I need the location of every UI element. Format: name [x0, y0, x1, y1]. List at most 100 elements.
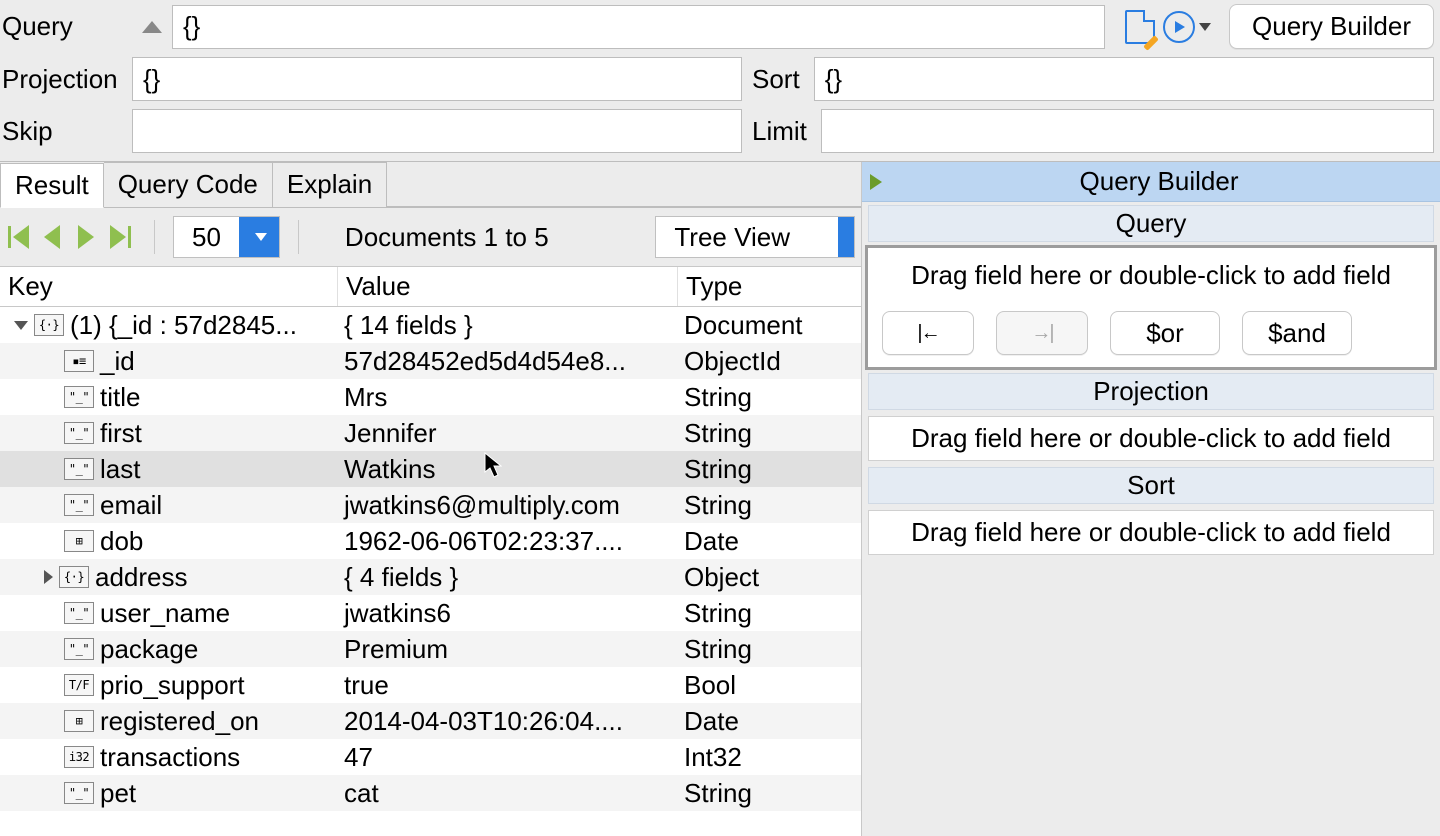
chevron-down-icon — [838, 217, 854, 257]
skip-input[interactable] — [132, 109, 742, 153]
limit-input[interactable] — [821, 109, 1434, 153]
qb-section-query: Query — [868, 205, 1434, 242]
type-badge-icon: "_" — [64, 422, 94, 444]
qb-projection-dropzone[interactable]: Drag field here or double-click to add f… — [868, 416, 1434, 461]
results-toolbar: 50 Documents 1 to 5 Tree View — [0, 208, 861, 267]
last-page-icon[interactable] — [104, 221, 136, 253]
tree-key-cell: ⊞registered_on — [0, 703, 338, 739]
tree-key-cell: "_"package — [0, 631, 338, 667]
tree-type: ObjectId — [678, 343, 861, 379]
tree-value: 1962-06-06T02:23:37.... — [338, 523, 678, 559]
tree-key: (1) {_id : 57d2845... — [70, 307, 297, 343]
document-range-label: Documents 1 to 5 — [345, 222, 549, 253]
tree-body: {·}(1) {_id : 57d2845...{ 14 fields }Doc… — [0, 307, 861, 836]
prev-page-icon[interactable] — [36, 221, 68, 253]
tree-row[interactable]: ⊞registered_on2014-04-03T10:26:04....Dat… — [0, 703, 861, 739]
type-badge-icon: "_" — [64, 494, 94, 516]
type-badge-icon: T/F — [64, 674, 94, 696]
tree-row[interactable]: T/Fprio_supporttrueBool — [0, 667, 861, 703]
tree-row[interactable]: "_"emailjwatkins6@multiply.comString — [0, 487, 861, 523]
tree-key: email — [100, 487, 162, 523]
result-tabs: Result Query Code Explain — [0, 162, 861, 208]
qb-indent-button: →| — [996, 311, 1088, 355]
chevron-down-icon[interactable] — [14, 321, 28, 330]
column-key[interactable]: Key — [0, 267, 338, 306]
query-input[interactable] — [172, 5, 1105, 49]
limit-label: Limit — [742, 116, 821, 147]
tree-key-cell: i32 transactions — [0, 739, 338, 775]
tree-value: Premium — [338, 631, 678, 667]
tree-key: dob — [100, 523, 143, 559]
first-page-icon[interactable] — [2, 221, 34, 253]
tree-type: String — [678, 775, 861, 811]
tree-type: String — [678, 415, 861, 451]
tree-value: { 4 fields } — [338, 559, 678, 595]
type-badge-icon: ⊞ — [64, 530, 94, 552]
type-badge-icon: ▪≡ — [64, 350, 94, 372]
tree-key-cell: {·}(1) {_id : 57d2845... — [0, 307, 338, 343]
projection-label: Projection — [0, 64, 132, 95]
run-query-button[interactable] — [1163, 11, 1211, 43]
view-mode-value: Tree View — [656, 217, 838, 257]
tree-value: Jennifer — [338, 415, 678, 451]
tree-key-cell: "_" email — [0, 487, 338, 523]
projection-input[interactable] — [132, 57, 742, 101]
toolbar-separator — [154, 220, 155, 254]
tree-row[interactable]: "_"firstJenniferString — [0, 415, 861, 451]
tree-value: jwatkins6@multiply.com — [338, 487, 678, 523]
qb-query-dropzone[interactable]: Drag field here or double-click to add f… — [882, 254, 1420, 297]
page-size-value: 50 — [174, 217, 239, 257]
tree-value: Mrs — [338, 379, 678, 415]
column-value[interactable]: Value — [338, 267, 678, 306]
type-badge-icon: "_" — [64, 386, 94, 408]
qb-and-button[interactable]: $and — [1242, 311, 1352, 355]
tree-row[interactable]: {·}address{ 4 fields }Object — [0, 559, 861, 595]
tree-type: String — [678, 595, 861, 631]
tree-row[interactable]: {·}(1) {_id : 57d2845...{ 14 fields }Doc… — [0, 307, 861, 343]
results-panel: Result Query Code Explain 50 Documents 1… — [0, 162, 862, 836]
qb-sort-dropzone[interactable]: Drag field here or double-click to add f… — [868, 510, 1434, 555]
tab-result[interactable]: Result — [0, 163, 104, 208]
tree-row[interactable]: "_"packagePremiumString — [0, 631, 861, 667]
tree-key: user_name — [100, 595, 230, 631]
tree-key-cell: "_"first — [0, 415, 338, 451]
column-type[interactable]: Type — [678, 267, 861, 306]
tree-value: true — [338, 667, 678, 703]
tab-query-code[interactable]: Query Code — [104, 162, 273, 207]
tree-key: pet — [100, 775, 136, 811]
qb-query-box: Drag field here or double-click to add f… — [865, 245, 1437, 370]
tree-row[interactable]: "_"user_namejwatkins6String — [0, 595, 861, 631]
tree-row[interactable]: ⊞dob1962-06-06T02:23:37....Date — [0, 523, 861, 559]
tree-row[interactable]: i32transactions47Int32 — [0, 739, 861, 775]
page-size-select[interactable]: 50 — [173, 216, 280, 258]
apply-arrow-icon[interactable] — [870, 174, 882, 190]
query-builder-button[interactable]: Query Builder — [1229, 4, 1434, 49]
type-badge-icon: i32 — [64, 746, 94, 768]
tree-type: Document — [678, 307, 861, 343]
tree-value: 57d28452ed5d4d54e8... — [338, 343, 678, 379]
tree-key: package — [100, 631, 198, 667]
type-badge-icon: "_" — [64, 782, 94, 804]
chevron-right-icon[interactable] — [44, 570, 53, 584]
edit-query-icon[interactable] — [1117, 7, 1163, 47]
query-label: Query — [0, 11, 132, 42]
tree-row[interactable]: "_"titleMrsString — [0, 379, 861, 415]
tree-key-cell: "_" pet — [0, 775, 338, 811]
tree-row[interactable]: ▪≡_id57d28452ed5d4d54e8...ObjectId — [0, 343, 861, 379]
tree-header: Key Value Type — [0, 267, 861, 307]
tree-row[interactable]: "_"petcatString — [0, 775, 861, 811]
view-mode-select[interactable]: Tree View — [655, 216, 855, 258]
tree-type: Bool — [678, 667, 861, 703]
tree-key-cell: "_"user_name — [0, 595, 338, 631]
type-badge-icon: {·} — [59, 566, 89, 588]
tree-row[interactable]: "_"lastWatkinsString — [0, 451, 861, 487]
tree-key: transactions — [100, 739, 240, 775]
tree-key: registered_on — [100, 703, 259, 739]
sort-input[interactable] — [814, 57, 1434, 101]
next-page-icon[interactable] — [70, 221, 102, 253]
query-form: Query Query Builder Projection Sort Skip… — [0, 0, 1440, 162]
tab-explain[interactable]: Explain — [273, 162, 387, 207]
qb-outdent-button[interactable]: |← — [882, 311, 974, 355]
qb-or-button[interactable]: $or — [1110, 311, 1220, 355]
collapse-icon[interactable] — [132, 7, 172, 47]
